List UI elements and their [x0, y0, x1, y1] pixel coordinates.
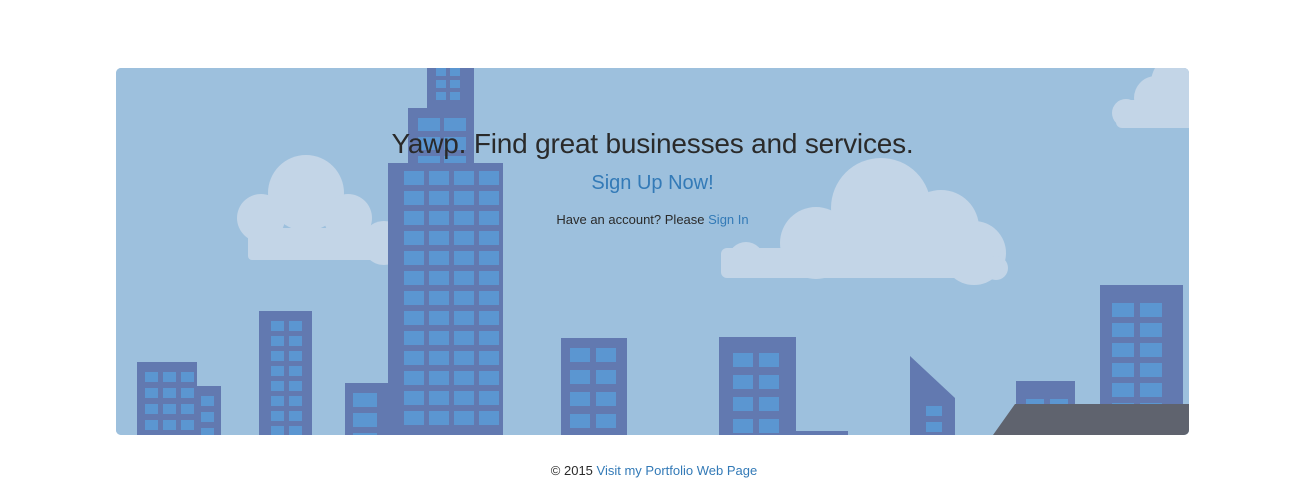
sign-in-link[interactable]: Sign In [708, 212, 748, 227]
sign-up-link[interactable]: Sign Up Now! [116, 172, 1189, 195]
account-prompt-text: Have an account? Please [556, 212, 705, 227]
account-prompt-line: Have an account? Please Sign In [116, 212, 1189, 227]
footer: © 2015 Visit my Portfolio Web Page [0, 463, 1308, 478]
hero-banner: Yawp. Find great businesses and services… [116, 68, 1189, 435]
hero-headline: Yawp. Find great businesses and services… [391, 128, 914, 159]
roof-shape [993, 404, 1189, 435]
portfolio-link[interactable]: Visit my Portfolio Web Page [597, 463, 758, 478]
copyright-text: © 2015 [550, 463, 593, 478]
city-skyline-illustration [116, 68, 1189, 435]
